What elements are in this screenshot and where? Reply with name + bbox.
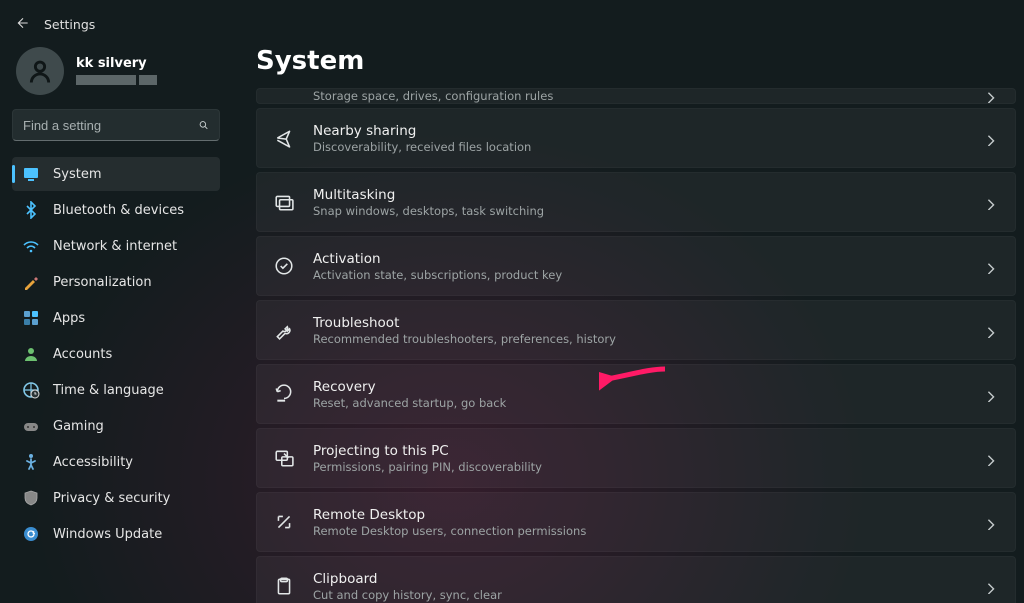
card-troubleshoot[interactable]: Troubleshoot Recommended troubleshooters… — [256, 300, 1016, 360]
chevron-right-icon — [985, 195, 999, 209]
avatar — [16, 47, 64, 95]
chevron-right-icon — [985, 259, 999, 273]
card-recovery[interactable]: Recovery Reset, advanced startup, go bac… — [256, 364, 1016, 424]
gamepad-icon — [22, 417, 40, 435]
sidebar-item-windows-update[interactable]: Windows Update — [12, 517, 220, 551]
card-title: Multitasking — [313, 187, 395, 203]
card-subtitle: Remote Desktop users, connection permiss… — [313, 524, 967, 538]
card-title: Activation — [313, 251, 381, 267]
main-content: System Storage space, drives, configurat… — [230, 0, 1024, 603]
bluetooth-icon — [22, 201, 40, 219]
card-subtitle: Reset, advanced startup, go back — [313, 396, 967, 410]
sidebar-item-label: Privacy & security — [53, 491, 170, 506]
chevron-right-icon — [985, 131, 999, 145]
page-title: System — [256, 46, 1018, 76]
chevron-right-icon — [985, 579, 999, 593]
chevron-right-icon — [985, 451, 999, 465]
accessibility-icon — [22, 453, 40, 471]
card-title: Projecting to this PC — [313, 443, 449, 459]
sidebar-item-accounts[interactable]: Accounts — [12, 337, 220, 371]
sidebar-item-network-internet[interactable]: Network & internet — [12, 229, 220, 263]
share-icon — [273, 127, 295, 149]
nav-list: System Bluetooth & devices Network & inter… — [12, 157, 220, 551]
card-remote-desktop[interactable]: Remote Desktop Remote Desktop users, con… — [256, 492, 1016, 552]
card-multitasking[interactable]: Multitasking Snap windows, desktops, tas… — [256, 172, 1016, 232]
card-nearby-sharing[interactable]: Nearby sharing Discoverability, received… — [256, 108, 1016, 168]
sidebar-item-bluetooth-devices[interactable]: Bluetooth & devices — [12, 193, 220, 227]
sidebar-item-label: Bluetooth & devices — [53, 203, 184, 218]
card-title: Recovery — [313, 379, 376, 395]
sidebar-item-time-language[interactable]: Time & language — [12, 373, 220, 407]
card-activation[interactable]: Activation Activation state, subscriptio… — [256, 236, 1016, 296]
settings-card-list: Storage space, drives, configuration rul… — [256, 88, 1018, 603]
card-subtitle: Discoverability, received files location — [313, 140, 967, 154]
clipboard-icon — [273, 575, 295, 597]
recovery-icon — [273, 383, 295, 405]
search-box[interactable] — [12, 109, 220, 141]
update-icon — [22, 525, 40, 543]
account-profile[interactable]: kk silvery — [12, 41, 220, 109]
titlebar: Settings — [12, 10, 220, 41]
card-title: Remote Desktop — [313, 507, 425, 523]
person-icon — [22, 345, 40, 363]
apps-icon — [22, 309, 40, 327]
card-subtitle: Snap windows, desktops, task switching — [313, 204, 967, 218]
chevron-right-icon — [985, 323, 999, 337]
sidebar-item-label: Gaming — [53, 419, 104, 434]
brush-icon — [22, 273, 40, 291]
multitask-icon — [273, 191, 295, 213]
sidebar-item-label: Network & internet — [53, 239, 177, 254]
sidebar-item-label: Accessibility — [53, 455, 133, 470]
project-icon — [273, 447, 295, 469]
wrench-icon — [273, 319, 295, 341]
card-title: Nearby sharing — [313, 123, 416, 139]
chevron-right-icon — [985, 387, 999, 401]
card-title: Clipboard — [313, 571, 377, 587]
card-projecting-to-this-pc[interactable]: Projecting to this PC Permissions, pairi… — [256, 428, 1016, 488]
card-subtitle: Storage space, drives, configuration rul… — [313, 89, 967, 103]
profile-name: kk silvery — [76, 56, 160, 71]
card-title: Troubleshoot — [313, 315, 399, 331]
card-subtitle: Permissions, pairing PIN, discoverabilit… — [313, 460, 967, 474]
card-subtitle: Cut and copy history, sync, clear — [313, 588, 967, 602]
sidebar-item-label: Windows Update — [53, 527, 162, 542]
monitor-icon — [22, 165, 40, 183]
card-subtitle: Recommended troubleshooters, preferences… — [313, 332, 967, 346]
wifi-icon — [22, 237, 40, 255]
shield-icon — [22, 489, 40, 507]
sidebar-item-label: Apps — [53, 311, 85, 326]
sidebar: Settings kk silvery System Bluetooth & de… — [0, 0, 230, 603]
sidebar-item-label: Personalization — [53, 275, 152, 290]
card-clipboard[interactable]: Clipboard Cut and copy history, sync, cl… — [256, 556, 1016, 603]
globe-clock-icon — [22, 381, 40, 399]
sidebar-item-apps[interactable]: Apps — [12, 301, 220, 335]
sidebar-item-personalization[interactable]: Personalization — [12, 265, 220, 299]
chevron-right-icon — [985, 88, 999, 102]
sidebar-item-accessibility[interactable]: Accessibility — [12, 445, 220, 479]
sidebar-item-privacy-security[interactable]: Privacy & security — [12, 481, 220, 515]
search-input[interactable] — [23, 118, 199, 133]
back-button[interactable] — [16, 16, 30, 33]
card-storage-space-drives-configuration-rules[interactable]: Storage space, drives, configuration rul… — [256, 88, 1016, 104]
chevron-right-icon — [985, 515, 999, 529]
app-title: Settings — [44, 17, 95, 32]
profile-email — [76, 73, 160, 86]
search-icon — [199, 118, 209, 133]
sidebar-item-system[interactable]: System — [12, 157, 220, 191]
remote-icon — [273, 511, 295, 533]
sidebar-item-label: Accounts — [53, 347, 112, 362]
sidebar-item-label: System — [53, 167, 101, 182]
card-subtitle: Activation state, subscriptions, product… — [313, 268, 967, 282]
check-circle-icon — [273, 255, 295, 277]
sidebar-item-label: Time & language — [53, 383, 164, 398]
sidebar-item-gaming[interactable]: Gaming — [12, 409, 220, 443]
